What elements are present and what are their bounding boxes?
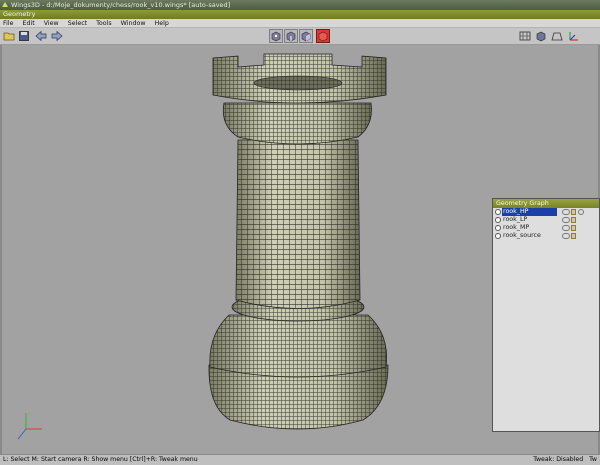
window-titlebar: Wings3D - d:/Moje_dokumenty/chess/rook_v…: [0, 0, 600, 10]
wire-toggle-icon[interactable]: [578, 209, 584, 215]
object-name: rook_HP: [502, 208, 557, 216]
wireframe-icon[interactable]: [519, 30, 531, 42]
window-title: Wings3D - d:/Moje_dokumenty/chess/rook_v…: [11, 1, 231, 9]
menu-edit[interactable]: Edit: [20, 20, 41, 27]
object-icon: [495, 209, 501, 215]
menu-select[interactable]: Select: [65, 20, 93, 27]
object-row-rook-hp[interactable]: rook_HP: [493, 208, 599, 216]
redo-arrow-icon[interactable]: [51, 30, 63, 42]
menu-tools[interactable]: Tools: [93, 20, 118, 27]
menu-file[interactable]: File: [0, 20, 20, 27]
object-icon: [495, 225, 501, 231]
rook-shaft: [235, 139, 361, 309]
body-mode-button[interactable]: [316, 29, 330, 43]
axes-icon[interactable]: [568, 30, 580, 42]
rook-base: [208, 314, 389, 430]
object-row-rook-source[interactable]: rook_source: [493, 232, 599, 240]
status-right: Tweak: Disabled Tw: [533, 455, 597, 465]
rook-crown: [212, 53, 387, 104]
lock-icon[interactable]: [571, 217, 576, 223]
visibility-eye-icon[interactable]: [562, 209, 570, 215]
wings3d-app-icon: [2, 2, 8, 7]
undo-arrow-icon[interactable]: [35, 30, 47, 42]
smooth-shade-icon[interactable]: [535, 30, 547, 42]
object-name: rook_MP: [503, 224, 530, 231]
visibility-eye-icon[interactable]: [562, 217, 570, 223]
object-icon: [495, 233, 501, 239]
object-name: rook_source: [503, 232, 541, 239]
geometry-window-tab[interactable]: Geometry: [0, 10, 600, 19]
lock-icon[interactable]: [571, 225, 576, 231]
geometry-graph-panel: Geometry Graph rook_HP rook_LP rook_MP r…: [492, 198, 600, 432]
menu-window[interactable]: Window: [118, 20, 152, 27]
vertex-cube-icon: [271, 31, 281, 42]
edge-cube-icon: [286, 31, 296, 42]
face-mode-button[interactable]: [299, 29, 313, 43]
body-cube-icon: [318, 31, 328, 42]
vertex-mode-button[interactable]: [269, 29, 283, 43]
save-icon[interactable]: [18, 30, 30, 42]
axis-gizmo: [17, 413, 42, 440]
rook-upper-collar: [222, 102, 372, 145]
perspective-icon[interactable]: [551, 30, 563, 42]
object-row-rook-mp[interactable]: rook_MP: [493, 224, 599, 232]
open-folder-icon[interactable]: [3, 30, 15, 42]
object-row-rook-lp[interactable]: rook_LP: [493, 216, 599, 224]
geometry-graph-title[interactable]: Geometry Graph: [493, 199, 599, 208]
toolbar: [0, 28, 600, 45]
menu-bar: File Edit View Select Tools Window Help: [0, 19, 600, 28]
tweak-status-extra: Tw: [589, 456, 597, 463]
status-hint: L: Select M: Start camera R: Show menu […: [3, 456, 198, 463]
edge-mode-button[interactable]: [284, 29, 298, 43]
visibility-eye-icon[interactable]: [562, 233, 570, 239]
object-name: rook_LP: [503, 216, 528, 223]
tweak-status: Tweak: Disabled: [533, 456, 584, 463]
menu-help[interactable]: Help: [151, 20, 174, 27]
menu-view[interactable]: View: [41, 20, 65, 27]
visibility-eye-icon[interactable]: [562, 225, 570, 231]
status-bar: L: Select M: Start camera R: Show menu […: [0, 454, 600, 465]
object-icon: [495, 217, 501, 223]
lock-icon[interactable]: [571, 209, 576, 215]
lock-icon[interactable]: [571, 233, 576, 239]
face-cube-icon: [301, 31, 311, 42]
3d-viewport[interactable]: Geometry Graph rook_HP rook_LP rook_MP r…: [0, 45, 600, 454]
